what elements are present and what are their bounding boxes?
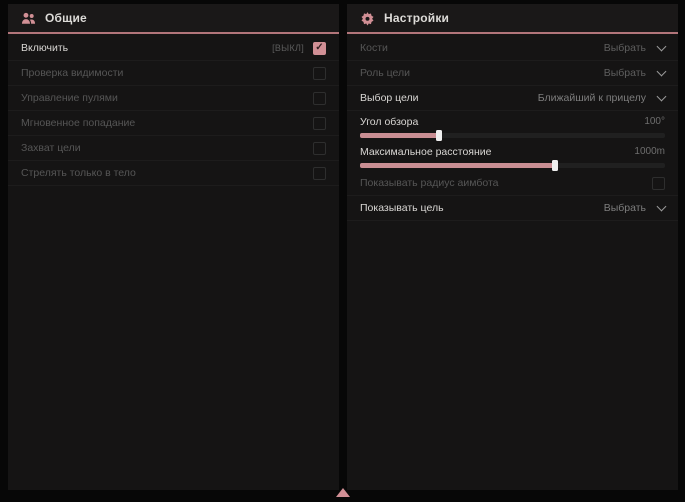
row-line: Максимальное расстояние 1000m xyxy=(360,141,665,162)
dropdown-value: Выбрать xyxy=(604,67,646,79)
row-slider: Угол обзора 100° xyxy=(347,111,678,138)
dropdown[interactable]: Выбрать xyxy=(604,202,665,214)
row-control xyxy=(313,67,326,80)
panel-title: Настройки xyxy=(384,11,449,25)
row-control: [ВЫКЛ] ✓ xyxy=(272,42,326,55)
chevron-down-icon xyxy=(657,92,667,102)
row-checkbox: Стрелять только в тело xyxy=(8,161,339,186)
row-label: Показывать радиус аимбота xyxy=(360,177,499,189)
row-control xyxy=(313,117,326,130)
row-label: Кости xyxy=(360,42,388,54)
row-label: Стрелять только в тело xyxy=(21,167,136,179)
row-control: 100° xyxy=(644,116,665,127)
row-line: Проверка видимости xyxy=(21,61,326,85)
checkbox[interactable] xyxy=(652,177,665,190)
slider-handle[interactable] xyxy=(552,160,558,171)
row-control xyxy=(313,142,326,155)
checkbox[interactable] xyxy=(313,142,326,155)
slider-fill xyxy=(360,133,439,138)
row-dropdown: Роль цели Выбрать xyxy=(347,61,678,86)
row-control: 1000m xyxy=(634,146,665,157)
row-line: Управление пулями xyxy=(21,86,326,110)
row-checkbox: Управление пулями xyxy=(8,86,339,111)
slider-fill xyxy=(360,163,555,168)
row-label: Проверка видимости xyxy=(21,67,123,79)
slider-track[interactable] xyxy=(360,163,665,168)
checkbox[interactable] xyxy=(313,117,326,130)
chevron-down-icon xyxy=(657,67,667,77)
row-label: Максимальное расстояние xyxy=(360,146,491,158)
scroll-up-arrow-icon[interactable] xyxy=(336,488,350,497)
checkbox[interactable] xyxy=(313,67,326,80)
chevron-down-icon xyxy=(657,42,667,52)
row-label: Мгновенное попадание xyxy=(21,117,135,129)
row-checkbox: Захват цели xyxy=(8,136,339,161)
keybind-tag: [ВЫКЛ] xyxy=(272,43,304,53)
chevron-down-icon xyxy=(657,202,667,212)
slider-track[interactable] xyxy=(360,133,665,138)
row-line: Выбор цели Ближайший к прицелу xyxy=(360,86,665,110)
slider-handle[interactable] xyxy=(436,130,442,141)
general-rows: Включить [ВЫКЛ] ✓ Проверка видимости Управле… xyxy=(8,34,339,186)
row-slider: Максимальное расстояние 1000m xyxy=(347,141,678,168)
mod-menu: Общие Включить [ВЫКЛ] ✓ Проверка видимости У… xyxy=(0,0,685,502)
row-control xyxy=(313,92,326,105)
row-control: Ближайший к прицелу xyxy=(538,92,665,104)
row-control xyxy=(313,167,326,180)
row-line: Мгновенное попадание xyxy=(21,111,326,135)
gear-icon xyxy=(360,11,375,26)
row-label: Роль цели xyxy=(360,67,410,79)
row-label: Управление пулями xyxy=(21,92,118,104)
row-dropdown: Показывать цель Выбрать xyxy=(347,196,678,221)
row-control xyxy=(652,177,665,190)
panel-general: Общие Включить [ВЫКЛ] ✓ Проверка видимости У… xyxy=(8,4,339,490)
dropdown-value: Выбрать xyxy=(604,202,646,214)
row-control: Выбрать xyxy=(604,67,665,79)
dropdown[interactable]: Ближайший к прицелу xyxy=(538,92,665,104)
dropdown-value: Выбрать xyxy=(604,42,646,54)
panel-general-header: Общие xyxy=(8,4,339,34)
row-line: Показывать радиус аимбота xyxy=(360,171,665,195)
checkbox[interactable]: ✓ xyxy=(313,42,326,55)
panel-title: Общие xyxy=(45,11,87,25)
row-line: Роль цели Выбрать xyxy=(360,61,665,85)
panel-settings-header: Настройки xyxy=(347,4,678,34)
row-dropdown: Кости Выбрать xyxy=(347,36,678,61)
row-label: Показывать цель xyxy=(360,202,444,214)
slider-value: 1000m xyxy=(634,146,665,157)
row-line: Стрелять только в тело xyxy=(21,161,326,185)
checkbox[interactable] xyxy=(313,167,326,180)
dropdown[interactable]: Выбрать xyxy=(604,42,665,54)
dropdown[interactable]: Выбрать xyxy=(604,67,665,79)
row-checkbox: Проверка видимости xyxy=(8,61,339,86)
row-label: Выбор цели xyxy=(360,92,419,104)
row-control: Выбрать xyxy=(604,42,665,54)
people-icon xyxy=(21,11,36,26)
slider-value: 100° xyxy=(644,116,665,127)
panel-settings: Настройки Кости Выбрать Роль цели Выбрать Вы… xyxy=(347,4,678,490)
settings-rows: Кости Выбрать Роль цели Выбрать Выбор цели Бл… xyxy=(347,34,678,221)
row-line: Показывать цель Выбрать xyxy=(360,196,665,220)
row-line: Захват цели xyxy=(21,136,326,160)
row-line: Кости Выбрать xyxy=(360,36,665,60)
checkbox[interactable] xyxy=(313,92,326,105)
row-dropdown: Выбор цели Ближайший к прицелу xyxy=(347,86,678,111)
row-checkbox: Включить [ВЫКЛ] ✓ xyxy=(8,36,339,61)
row-label: Включить xyxy=(21,42,68,54)
row-checkbox: Показывать радиус аимбота xyxy=(347,171,678,196)
row-label: Угол обзора xyxy=(360,116,418,128)
row-line: Включить [ВЫКЛ] ✓ xyxy=(21,36,326,60)
row-label: Захват цели xyxy=(21,142,81,154)
dropdown-value: Ближайший к прицелу xyxy=(538,92,646,104)
row-control: Выбрать xyxy=(604,202,665,214)
row-checkbox: Мгновенное попадание xyxy=(8,111,339,136)
row-line: Угол обзора 100° xyxy=(360,111,665,132)
